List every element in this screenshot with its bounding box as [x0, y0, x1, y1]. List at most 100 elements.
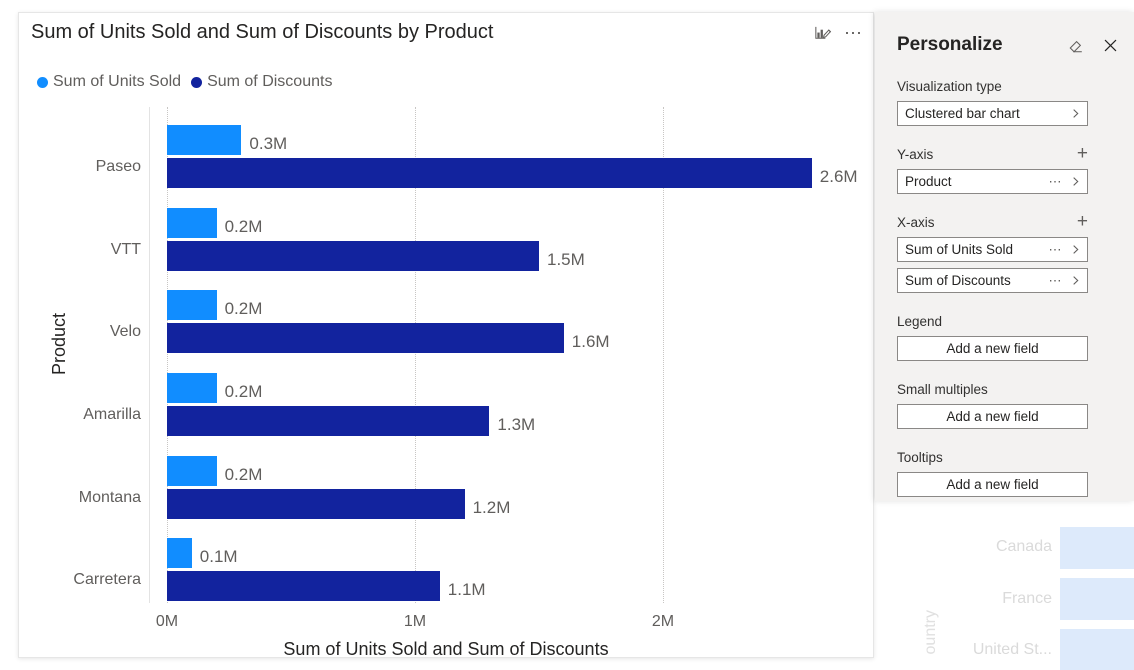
legend-item-label: Sum of Units Sold	[53, 73, 182, 90]
bar-value-label: 2.6M	[819, 167, 858, 186]
page-title: Sum of Units Sold and Sum of Discounts b…	[31, 21, 494, 43]
bar-group: 0.1M 1.1M	[149, 520, 875, 603]
bar-value-label: 1.5M	[547, 249, 585, 269]
personalize-panel[interactable]: Personalize Visualization type Clustered …	[875, 12, 1134, 501]
visual-header-actions: ⋯	[812, 23, 865, 43]
legend-color-dot	[191, 76, 203, 88]
bar[interactable]	[167, 455, 217, 486]
bar[interactable]	[167, 406, 490, 436]
bar[interactable]	[167, 538, 192, 569]
bar-value-label: 1.1M	[447, 580, 486, 600]
bar-value-label: 0.2M	[224, 382, 263, 401]
panel-section: Y-axis + Product ⋯	[897, 144, 1088, 194]
background-category-label: United St...	[972, 641, 1052, 658]
panel-section: Legend Add a new field	[897, 311, 1088, 361]
panel-section: Small multiples Add a new field	[897, 379, 1088, 429]
panel-section: Tooltips Add a new field	[897, 447, 1088, 497]
chart-legend: Sum of Units Sold Sum of Discounts	[37, 73, 336, 91]
bar-group: 0.2M 1.5M	[149, 190, 875, 273]
legend-item-label: Sum of Discounts	[207, 73, 333, 90]
bar-group: 0.3M 2.6M	[149, 107, 875, 190]
legend-item[interactable]: Sum of Discounts	[191, 73, 332, 91]
bar[interactable]	[167, 290, 217, 321]
bar-value-label: 1.3M	[497, 415, 536, 434]
bar[interactable]	[167, 240, 539, 271]
chart-visual-card[interactable]: Sum of Units Sold and Sum of Discounts b…	[18, 12, 875, 659]
legend-color-dot	[37, 76, 48, 88]
bar-group: 0.2M 1.3M	[149, 355, 875, 438]
y-axis-category-labels: Paseo VTT Velo Amarilla Montana Carretera	[19, 107, 149, 603]
panel-section-label: X-axis	[897, 214, 935, 230]
panel-field-label: Product	[905, 174, 952, 189]
add-new-field-button[interactable]: Add a new field	[897, 404, 1088, 429]
bar-value-label: 0.2M	[224, 464, 263, 484]
panel-title: Personalize	[897, 34, 1003, 55]
x-axis-tick-label: 2M	[651, 613, 675, 630]
bar[interactable]	[167, 373, 217, 403]
personalize-visual-icon[interactable]	[812, 23, 832, 43]
add-new-field-button[interactable]: Add a new field	[897, 472, 1088, 497]
background-bar	[1060, 629, 1134, 670]
bar-value-label: 0.2M	[224, 216, 263, 236]
chevron-right-icon[interactable]	[1070, 108, 1081, 119]
field-more-ellipsis-icon[interactable]: ⋯	[1049, 242, 1064, 258]
y-axis-category-label[interactable]: Carretera	[73, 571, 141, 589]
legend-item[interactable]: Sum of Units Sold	[37, 73, 181, 91]
panel-field-box[interactable]: Clustered bar chart	[897, 101, 1088, 126]
bar[interactable]	[167, 323, 564, 354]
panel-section-label: Tooltips	[897, 449, 943, 465]
chevron-right-icon[interactable]	[1070, 275, 1081, 286]
x-axis-title: Sum of Units Sold and Sum of Discounts	[283, 639, 609, 659]
y-axis-category-label[interactable]: Paseo	[96, 158, 141, 176]
bar-value-label: 1.6M	[571, 332, 610, 352]
bar[interactable]	[167, 158, 812, 188]
panel-section-label: Visualization type	[897, 78, 1002, 94]
bar[interactable]	[167, 207, 217, 238]
background-category-label: France	[1002, 590, 1052, 607]
panel-section-label: Y-axis	[897, 146, 934, 162]
bar[interactable]	[167, 571, 440, 602]
chevron-right-icon[interactable]	[1070, 176, 1081, 187]
background-axis-title: ountry	[922, 610, 939, 655]
bar-group: 0.2M 1.2M	[149, 438, 875, 521]
eraser-reset-icon[interactable]	[1066, 35, 1086, 55]
bar-value-label: 0.2M	[224, 299, 263, 319]
panel-field-label: Sum of Discounts	[905, 273, 1011, 288]
close-x-icon[interactable]	[1100, 35, 1120, 55]
field-more-ellipsis-icon[interactable]: ⋯	[1049, 273, 1064, 289]
panel-section-header: Small multiples	[897, 379, 1088, 399]
y-axis-category-label[interactable]: Velo	[110, 323, 141, 341]
panel-header-icons	[1066, 35, 1120, 55]
plus-icon[interactable]: +	[1077, 212, 1088, 231]
panel-section-header: Tooltips	[897, 447, 1088, 467]
bar-group: 0.2M 1.6M	[149, 272, 875, 355]
report-canvas: by by Canada France United St... ountry …	[0, 0, 1134, 670]
bar[interactable]	[167, 125, 242, 155]
panel-field-box[interactable]: Sum of Units Sold ⋯	[897, 237, 1088, 262]
x-axis-tick-label: 0M	[155, 613, 179, 630]
chevron-right-icon[interactable]	[1070, 244, 1081, 255]
panel-field-label: Sum of Units Sold	[905, 242, 1014, 257]
y-axis-category-label[interactable]: VTT	[111, 241, 141, 259]
more-options-ellipsis-icon[interactable]: ⋯	[842, 24, 865, 42]
y-axis-category-label[interactable]: Amarilla	[83, 406, 141, 424]
field-more-ellipsis-icon[interactable]: ⋯	[1049, 174, 1064, 190]
panel-field-label: Clustered bar chart	[905, 106, 1020, 121]
panel-field-box[interactable]: Sum of Discounts ⋯	[897, 268, 1088, 293]
bar[interactable]	[167, 488, 465, 519]
y-axis-category-label[interactable]: Montana	[79, 489, 141, 507]
panel-section: X-axis + Sum of Units Sold ⋯ Sum of Discount…	[897, 212, 1088, 293]
add-new-field-button[interactable]: Add a new field	[897, 336, 1088, 361]
plot-area: 0.3M 2.6M 0.2M 1.5M 0.2M 1.6M 0.2M 1.3M 0.2M 1.2M…	[149, 107, 875, 603]
bar-value-label: 1.2M	[472, 497, 511, 517]
panel-section-header: X-axis +	[897, 212, 1088, 232]
panel-section-label: Small multiples	[897, 381, 988, 397]
panel-section-header: Y-axis +	[897, 144, 1088, 164]
background-bar	[1060, 527, 1134, 569]
panel-section: Visualization type Clustered bar chart	[897, 76, 1088, 126]
x-axis-tick-label: 1M	[403, 613, 427, 630]
bar-value-label: 0.3M	[249, 134, 288, 153]
panel-field-box[interactable]: Product ⋯	[897, 169, 1088, 194]
plus-icon[interactable]: +	[1077, 144, 1088, 163]
panel-header: Personalize	[897, 30, 1120, 60]
